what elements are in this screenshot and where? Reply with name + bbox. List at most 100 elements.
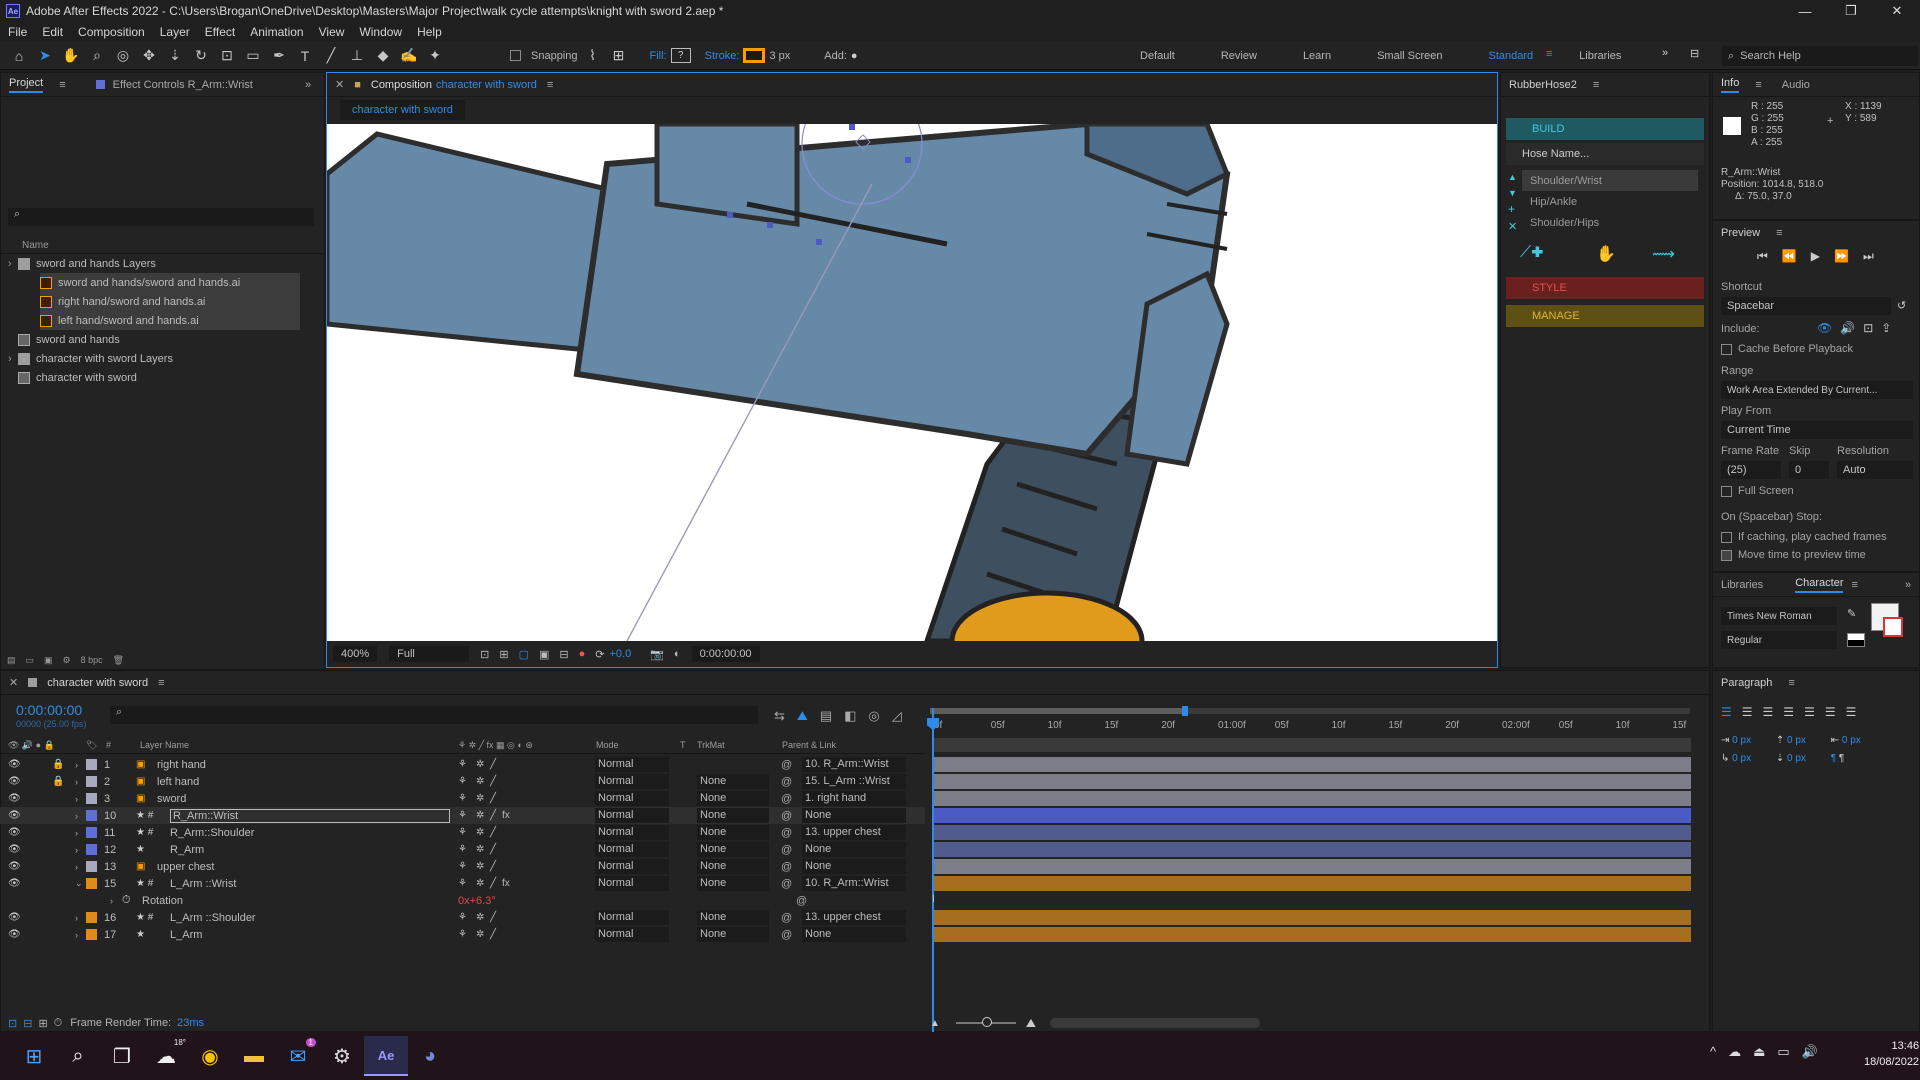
lock-icon[interactable]: 🔒: [52, 759, 64, 770]
blend-mode-dropdown[interactable]: Normal: [595, 808, 669, 823]
align-right-icon[interactable]: ☰: [1763, 705, 1774, 719]
display-icon[interactable]: ▭: [1777, 1044, 1789, 1060]
layer-label-swatch[interactable]: [86, 878, 97, 889]
shy-switch-icon[interactable]: ⚘: [458, 844, 467, 855]
close-button[interactable]: ✕: [1874, 0, 1920, 22]
parent-pickwhip-icon[interactable]: @: [781, 810, 792, 822]
track-matte-dropdown[interactable]: None: [697, 774, 769, 789]
close-tab-icon[interactable]: ✕: [335, 78, 344, 91]
layer-duration-bar[interactable]: [934, 927, 1691, 942]
eyedropper-icon[interactable]: ✎: [1847, 607, 1856, 620]
quality-switch-icon[interactable]: ╱: [490, 912, 496, 923]
timeline-layer-row[interactable]: 👁 › 16 ★ # L_Arm ::Shoulder ⚘ ✲ ╱ Normal…: [0, 909, 925, 926]
exposure-value[interactable]: +0.0: [609, 648, 631, 660]
onedrive-icon[interactable]: ☁: [1728, 1044, 1741, 1060]
blend-mode-dropdown[interactable]: Normal: [595, 927, 669, 942]
timeline-layer-row[interactable]: 👁 🔒 › 2 ▣ left hand ⚘ ✲ ╱ Normal None @ …: [0, 773, 925, 790]
zoom-slider-handle[interactable]: [981, 1017, 992, 1027]
move-time-checkbox[interactable]: [1721, 549, 1732, 561]
last-frame-icon[interactable]: ⏭: [1863, 249, 1874, 264]
visibility-eye-icon[interactable]: 👁: [8, 827, 21, 838]
composition-tab-name[interactable]: character with sword: [436, 79, 537, 91]
snap-icon[interactable]: ⌇: [582, 45, 604, 67]
track-matte-dropdown[interactable]: None: [697, 842, 769, 857]
timeline-layer-row[interactable]: 👁 › 3 ▣ sword ⚘ ✲ ╱ Normal None @ 1. rig…: [0, 790, 925, 807]
show-snapshot-icon[interactable]: ◐: [674, 648, 681, 660]
grid-options-icon[interactable]: ⊟: [559, 648, 568, 661]
parent-pickwhip-icon[interactable]: @: [781, 827, 792, 839]
quality-switch-icon[interactable]: ╱: [490, 776, 496, 787]
parent-link-dropdown[interactable]: None: [802, 842, 906, 857]
effects-switch-icon[interactable]: fx: [502, 810, 510, 821]
new-foot-icon[interactable]: ⟿: [1652, 244, 1702, 266]
move-up-icon[interactable]: ▲: [1508, 172, 1517, 182]
roto-brush-tool-icon[interactable]: ✍: [398, 45, 420, 67]
timeline-layer-row[interactable]: 👁 › 10 ★ # R_Arm::Wrist ⚘ ✲ ╱ fx Normal …: [0, 807, 925, 824]
ltr-direction-icon[interactable]: ¶: [1831, 753, 1836, 764]
layer-label-swatch[interactable]: [86, 861, 97, 872]
blend-mode-dropdown[interactable]: Normal: [595, 757, 669, 772]
resolution-dropdown-preview[interactable]: Auto: [1837, 461, 1913, 479]
parent-link-dropdown[interactable]: 15. L_Arm ::Wrist: [802, 774, 906, 789]
menu-edit[interactable]: Edit: [42, 25, 63, 39]
task-view-icon[interactable]: ❐: [100, 1036, 144, 1076]
viewer-timecode[interactable]: 0:00:00:00: [691, 646, 760, 662]
parent-link-dropdown[interactable]: 1. right hand: [802, 791, 906, 806]
layer-label-swatch[interactable]: [86, 776, 97, 787]
parent-pickwhip-icon[interactable]: @: [781, 912, 792, 924]
region-of-interest-icon[interactable]: ⊡: [480, 648, 489, 661]
layer-duration-bar[interactable]: [934, 859, 1691, 874]
layer-name-header[interactable]: Layer Name: [140, 740, 189, 750]
justify-center-icon[interactable]: ☰: [1804, 705, 1815, 719]
parent-link-dropdown[interactable]: None: [802, 859, 906, 874]
comp-menu-icon[interactable]: ≡: [547, 79, 553, 91]
stopwatch-icon[interactable]: ⏱: [122, 894, 131, 907]
t-header[interactable]: T: [680, 740, 686, 750]
tab-project[interactable]: Project: [9, 77, 44, 93]
snap-grid-icon[interactable]: ⊞: [608, 45, 630, 67]
rotate-tool-icon[interactable]: ↻: [190, 45, 212, 67]
include-video-icon[interactable]: 👁: [1817, 321, 1832, 335]
close-timeline-tab-icon[interactable]: ✕: [9, 676, 18, 689]
move-down-icon[interactable]: ▼: [1508, 188, 1517, 198]
timeline-layer-row[interactable]: 👁 › 12 ★ R_Arm ⚘ ✲ ╱ Normal None @ None: [0, 841, 925, 858]
workspace-standard[interactable]: Standard: [1489, 50, 1534, 62]
quality-switch-icon[interactable]: ╱: [490, 827, 496, 838]
stroke-color-swatch[interactable]: [1883, 617, 1903, 637]
blend-mode-dropdown[interactable]: Normal: [595, 774, 669, 789]
rubberhose-manage-button[interactable]: MANAGE: [1506, 305, 1704, 327]
layer-duration-bar[interactable]: [934, 757, 1691, 772]
clone-stamp-tool-icon[interactable]: ⊥: [346, 45, 368, 67]
layer-duration-bar[interactable]: [934, 774, 1691, 789]
workspace-panel-icon[interactable]: ⊟: [1690, 47, 1699, 60]
expand-property-arrow-icon[interactable]: ›: [110, 896, 113, 906]
clock-time[interactable]: 13:46: [1864, 1038, 1920, 1054]
expand-layer-arrow-icon[interactable]: ›: [75, 845, 78, 855]
timeline-comp-tab[interactable]: character with sword: [47, 677, 148, 689]
info-menu-icon[interactable]: ≡: [1755, 79, 1761, 91]
track-matte-dropdown[interactable]: None: [697, 808, 769, 823]
layer-label-swatch[interactable]: [86, 844, 97, 855]
menu-view[interactable]: View: [319, 25, 345, 39]
expand-arrow-icon[interactable]: ›: [8, 353, 18, 365]
menu-composition[interactable]: Composition: [78, 25, 145, 39]
toggle-in-out-icon[interactable]: ⊞: [38, 1017, 47, 1030]
minimize-button[interactable]: —: [1782, 0, 1828, 22]
volume-icon[interactable]: 🔊: [1802, 1044, 1818, 1060]
visibility-eye-icon[interactable]: 👁: [8, 793, 21, 804]
parent-pickwhip-icon[interactable]: @: [781, 776, 792, 788]
layer-label-swatch[interactable]: [86, 912, 97, 923]
collapse-switch-icon[interactable]: ✲: [476, 827, 484, 838]
layer-label-swatch[interactable]: [86, 793, 97, 804]
layer-label-swatch[interactable]: [86, 827, 97, 838]
add-property-icon[interactable]: ●: [851, 50, 858, 62]
composition-mini-flowchart-icon[interactable]: ⇆: [774, 708, 785, 724]
work-area-end-handle[interactable]: [1182, 706, 1188, 716]
resolution-dropdown[interactable]: Full: [389, 646, 470, 662]
layer-name[interactable]: R_Arm::Wrist: [170, 808, 450, 823]
zoom-slider[interactable]: [955, 1017, 1016, 1027]
zoom-out-icon[interactable]: ▲: [930, 1018, 940, 1029]
pen-tool-icon[interactable]: ✒: [268, 45, 290, 67]
tab-effect-controls[interactable]: Effect Controls R_Arm::Wrist: [113, 79, 253, 91]
quality-switch-icon[interactable]: ╱: [490, 844, 496, 855]
